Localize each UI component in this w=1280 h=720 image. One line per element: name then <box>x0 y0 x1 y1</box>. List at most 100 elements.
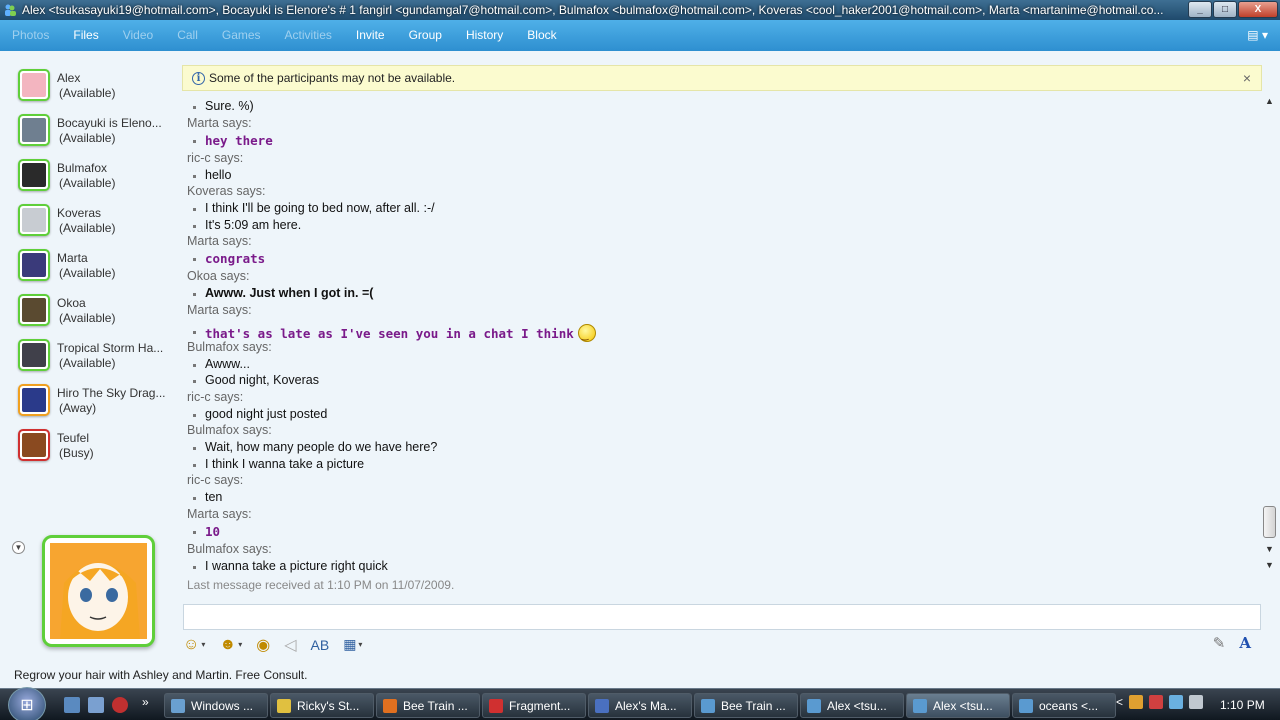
scroll-up-arrow[interactable]: ▲ <box>1265 96 1274 106</box>
menu-group[interactable]: Group <box>397 20 454 51</box>
tray-app-icon[interactable] <box>1129 695 1144 709</box>
font-icon[interactable]: A <box>1239 634 1251 652</box>
clock[interactable]: 1:10 PM <box>1220 698 1265 712</box>
compose-toolbar: ☺ ▾ ☻ ▾ ◉ ◁ AB ▦ ▾ ✎ A <box>183 632 1261 657</box>
taskbar-window-button[interactable]: Fragment... <box>482 693 586 718</box>
taskbar-window-button[interactable]: Windows ... <box>164 693 268 718</box>
ad-banner-link[interactable]: Regrow your hair with Ashley and Martin.… <box>14 668 307 682</box>
message-body: I wanna take a picture right quick <box>205 558 388 573</box>
winks-button[interactable]: ☻ ▾ <box>219 636 242 654</box>
tray-app-icon[interactable] <box>1149 695 1164 709</box>
avatar-image <box>22 163 46 187</box>
participant-item[interactable]: Bocayuki is Eleno... (Available) <box>18 105 178 146</box>
menu-call[interactable]: Call <box>165 20 210 51</box>
participant-item[interactable]: Tropical Storm Ha... (Available) <box>18 330 178 371</box>
chevron-down-icon: ▾ <box>358 640 363 649</box>
spell-check-button[interactable]: AB <box>311 637 330 653</box>
scroll-down-arrow[interactable]: ▼ <box>1265 544 1274 554</box>
avatar-image <box>22 253 46 277</box>
menu-video[interactable]: Video <box>111 20 165 51</box>
participant-avatar <box>18 159 50 191</box>
avatar-image <box>22 118 46 142</box>
taskbar-window-button[interactable]: Alex <tsu... <box>906 693 1010 718</box>
message-body: Good night, Koveras <box>205 373 319 387</box>
options-menu-icon[interactable]: ▤ ▾ <box>1247 28 1268 42</box>
tray-expand-icon[interactable]: < <box>1116 695 1123 709</box>
app-icon <box>1019 698 1033 713</box>
taskbar-window-button[interactable]: Bee Train ... <box>694 693 798 718</box>
app-icon <box>807 698 821 713</box>
menu-files[interactable]: Files <box>61 20 110 51</box>
menu-photos[interactable]: Photos <box>0 20 61 51</box>
media-player-icon[interactable] <box>112 697 128 713</box>
nudge-button[interactable]: ◉ <box>256 635 270 655</box>
background-button[interactable]: ▦ ▾ <box>343 636 362 653</box>
message-text: I think I'll be going to bed now, after … <box>193 201 435 215</box>
taskbar-window-label: oceans <... <box>1039 698 1099 713</box>
voice-clip-button[interactable]: ◁ <box>284 635 296 655</box>
menu-activities[interactable]: Activities <box>273 20 344 51</box>
message-body: congrats <box>205 251 266 266</box>
maximize-button[interactable]: □ <box>1213 1 1237 18</box>
more-quicklaunch-icon[interactable]: » <box>142 695 149 709</box>
taskbar-window-label: Fragment... <box>509 698 571 713</box>
message-text: I wanna take a picture right quick <box>193 558 388 573</box>
avatar-image <box>22 298 46 322</box>
taskbar-window-label: Bee Train ... <box>403 698 468 713</box>
participant-name: Bocayuki is Eleno... <box>57 116 162 130</box>
message-text: 10 <box>192 524 220 539</box>
handwriting-icon[interactable]: ✎ <box>1213 634 1226 652</box>
my-display-picture[interactable] <box>42 535 155 647</box>
message-body: that's as late as I've seen you in a cha… <box>205 325 574 341</box>
sender-label: Marta says: <box>187 115 252 130</box>
show-desktop-icon[interactable] <box>64 697 80 713</box>
participant-item[interactable]: Teufel (Busy) <box>18 420 178 461</box>
participant-name: Teufel <box>57 431 90 445</box>
scroll-thumb[interactable] <box>1263 506 1276 538</box>
participant-name: Alex <box>57 71 81 85</box>
menu-games[interactable]: Games <box>210 20 273 51</box>
sender-label: Marta says: <box>187 302 252 317</box>
expand-chevron-icon[interactable]: ▼ <box>12 541 25 554</box>
message-text: congrats <box>192 251 266 266</box>
taskbar-window-button[interactable]: Bee Train ... <box>376 693 480 718</box>
app-icon <box>383 698 397 713</box>
participant-avatar <box>18 249 50 281</box>
taskbar-window-button[interactable]: Ricky's St... <box>270 693 374 718</box>
sender-label: ric-c says: <box>187 389 244 404</box>
close-button[interactable]: X <box>1238 1 1278 18</box>
volume-icon[interactable] <box>1189 695 1204 709</box>
participant-status: (Available) <box>59 176 116 190</box>
voice-clip-icon: ◁ <box>284 636 297 654</box>
participant-status: (Busy) <box>59 446 94 460</box>
info-icon: i <box>192 71 205 85</box>
taskbar-window-button[interactable]: Alex's Ma... <box>588 693 692 718</box>
menu-invite[interactable]: Invite <box>344 20 397 51</box>
message-text: Awww. Just when I got in. =( <box>192 286 373 300</box>
participant-item[interactable]: Bulmafox (Available) <box>18 150 178 191</box>
participant-item[interactable]: Alex (Available) <box>18 60 178 101</box>
taskbar-window-button[interactable]: oceans <... <box>1012 693 1116 718</box>
participant-item[interactable]: Okoa (Available) <box>18 285 178 326</box>
participant-item[interactable]: Koveras (Available) <box>18 195 178 236</box>
message-text: hello <box>192 168 231 182</box>
scroll-end-arrow[interactable]: ▼ <box>1265 560 1274 570</box>
start-button[interactable]: ⊞ <box>8 687 46 720</box>
participant-item[interactable]: Marta (Available) <box>18 240 178 281</box>
message-input[interactable] <box>183 604 1261 630</box>
emoticons-button[interactable]: ☺ ▾ <box>183 636 205 654</box>
app-icon <box>913 698 927 713</box>
message-body: ten <box>205 490 223 504</box>
menu-block[interactable]: Block <box>515 20 568 51</box>
nudge-icon: ◉ <box>256 636 271 654</box>
network-icon[interactable] <box>1169 695 1184 709</box>
switch-windows-icon[interactable] <box>88 697 104 713</box>
taskbar-window-button[interactable]: Alex <tsu... <box>800 693 904 718</box>
participant-item[interactable]: Hiro The Sky Drag... (Away) <box>18 375 178 416</box>
minimize-button[interactable]: _ <box>1188 1 1212 18</box>
notification-close-icon[interactable]: × <box>1243 70 1251 86</box>
participant-name: Koveras <box>57 206 102 220</box>
app-icon <box>595 698 609 713</box>
menu-history[interactable]: History <box>454 20 515 51</box>
app-icon <box>277 698 291 713</box>
